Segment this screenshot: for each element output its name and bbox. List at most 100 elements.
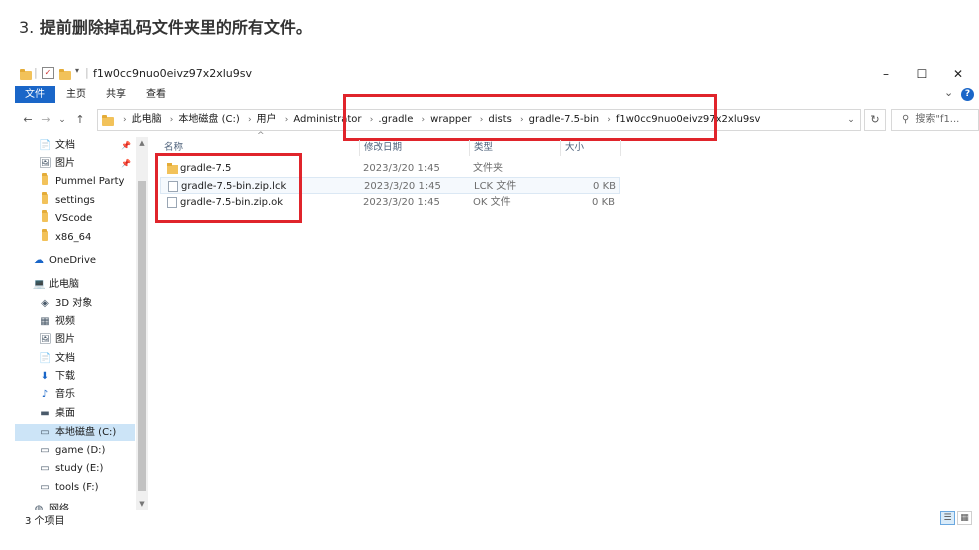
file-date: 2023/3/20 1:45 [363,163,440,174]
sidebar-item[interactable]: 🖼 图片 [15,331,135,348]
address-history-dropdown[interactable]: ⌄ [841,110,861,130]
drive-icon: ▭ [40,445,50,456]
sidebar-item-label: 下载 [55,371,75,382]
download-icon: ⬇ [40,371,50,382]
computer-icon: 💻 [33,279,46,290]
sidebar-item-label: OneDrive [49,255,97,266]
document-icon: 📄 [39,353,52,364]
search-placeholder: 搜索"f1... [915,114,960,125]
picture-icon: 🖼 [39,158,52,169]
navigation-pane-scrollbar[interactable]: ▲ ▼ [136,137,148,510]
maximize-button[interactable]: ☐ [907,64,937,84]
forward-button[interactable]: → [39,109,53,131]
sidebar-item-label: x86_64 [55,232,92,243]
picture-icon: 🖼 [39,334,52,345]
status-item-count: 3 个项目 [25,516,65,527]
sidebar-item[interactable]: 📄 文档 📌 [15,137,135,154]
tab-share[interactable]: 共享 [99,86,133,103]
scroll-down-icon[interactable]: ▼ [136,499,148,509]
tab-home[interactable]: 主页 [59,86,93,103]
sidebar-item[interactable]: ☁ OneDrive [15,252,135,269]
pin-icon: 📌 [121,159,131,168]
title-bar: | ✓ ▾ | f1w0cc9nuo0eivz97x2xlu9sv – ☐ ✕ [15,64,975,84]
column-divider[interactable] [560,140,561,156]
sidebar-item-label: 文档 [55,353,75,364]
sidebar-item[interactable]: 💻 此电脑 [15,276,135,293]
column-divider[interactable] [469,140,470,156]
sidebar-item[interactable]: settings [15,192,135,209]
sidebar-item[interactable]: ▭ study (E:) [15,460,135,477]
details-view-icon[interactable]: ☰ [940,511,955,525]
drive-icon: ▭ [40,427,50,438]
breadcrumb-item[interactable]: 本地磁盘 (C:) [178,114,239,125]
minimize-button[interactable]: – [871,64,901,84]
refresh-button[interactable]: ↻ [864,109,886,131]
sidebar-item[interactable]: ⬇ 下载 [15,368,135,385]
address-folder-icon [102,115,114,126]
cube-icon: ◈ [41,298,49,309]
file-type: LCK 文件 [474,181,517,192]
file-size: 0 KB [592,197,615,208]
large-icons-view-icon[interactable]: ▦ [957,511,972,525]
ribbon-collapse-icon[interactable]: ⌄ [944,86,953,99]
search-box[interactable]: ⚲ 搜索"f1... [891,109,979,131]
sidebar-item[interactable]: ▦ 视频 [15,313,135,330]
sidebar-item[interactable]: x86_64 [15,229,135,246]
column-header-size[interactable]: 大小 [565,140,584,156]
column-header-date[interactable]: 修改日期 [364,140,402,156]
sidebar-item-label: 音乐 [55,389,75,400]
quick-access-dropdown-icon[interactable]: ▾ [75,66,79,75]
recent-locations-button[interactable]: ⌄ [55,109,69,131]
breadcrumb-separator: › [247,115,252,125]
sidebar-item-label: 图片 [55,158,75,169]
file-type: 文件夹 [473,163,503,174]
back-button[interactable]: ← [21,109,35,131]
sidebar-item[interactable]: VScode [15,210,135,227]
sidebar-item-label: study (E:) [55,463,104,474]
sidebar-item[interactable]: ◈ 3D 对象 [15,295,135,312]
sidebar-item[interactable]: ▭ tools (F:) [15,479,135,496]
breadcrumb-item[interactable]: 用户 [257,114,277,125]
sidebar-item[interactable]: 🖼 图片 📌 [15,155,135,172]
sort-indicator-icon: ^ [257,131,265,141]
sidebar-item[interactable]: ▬ 桌面 [15,405,135,422]
folder-icon [39,192,51,209]
music-icon: ♪ [41,389,49,400]
sidebar-item-label: 视频 [55,316,75,327]
sidebar-item-label: Pummel Party [55,176,125,187]
address-highlight-box [343,94,717,141]
sidebar-item[interactable]: Pummel Party [15,173,135,190]
breadcrumb-item[interactable]: 此电脑 [132,114,162,125]
scrollbar-thumb[interactable] [138,181,146,491]
sidebar-item[interactable]: ▭ game (D:) [15,442,135,459]
column-divider[interactable] [359,140,360,156]
sidebar-item-label: tools (F:) [55,482,99,493]
help-icon[interactable]: ? [961,88,974,101]
sidebar-item[interactable]: ♪ 音乐 [15,386,135,403]
new-folder-icon[interactable] [59,69,71,80]
tab-view[interactable]: 查看 [139,86,173,103]
file-type: OK 文件 [473,197,511,208]
window-title: f1w0cc9nuo0eivz97x2xlu9sv [93,67,253,80]
step-heading: 3. 提前删除掉乱码文件夹里的所有文件。 [19,14,312,38]
close-button[interactable]: ✕ [943,64,973,84]
drive-icon: ▭ [40,482,50,493]
scroll-up-icon[interactable]: ▲ [136,138,148,148]
column-divider[interactable] [620,140,621,156]
document-icon: 📄 [39,140,52,151]
up-button[interactable]: ↑ [73,109,87,131]
sidebar-item[interactable]: 📄 文档 [15,350,135,367]
drive-icon: ▭ [40,463,50,474]
sidebar-item-label: 此电脑 [49,279,79,290]
column-header-type[interactable]: 类型 [474,140,493,156]
properties-icon[interactable]: ✓ [42,67,54,79]
folder-icon [39,210,51,227]
breadcrumb-separator: › [123,115,127,125]
breadcrumb-separator: › [169,115,174,125]
sidebar-item[interactable]: ◍ 网络 [15,501,135,510]
file-size: 0 KB [593,181,616,192]
search-icon: ⚲ [902,114,910,125]
video-icon: ▦ [40,316,50,327]
sidebar-item[interactable]: ▭ 本地磁盘 (C:) [15,424,135,441]
tab-file[interactable]: 文件 [15,86,55,103]
